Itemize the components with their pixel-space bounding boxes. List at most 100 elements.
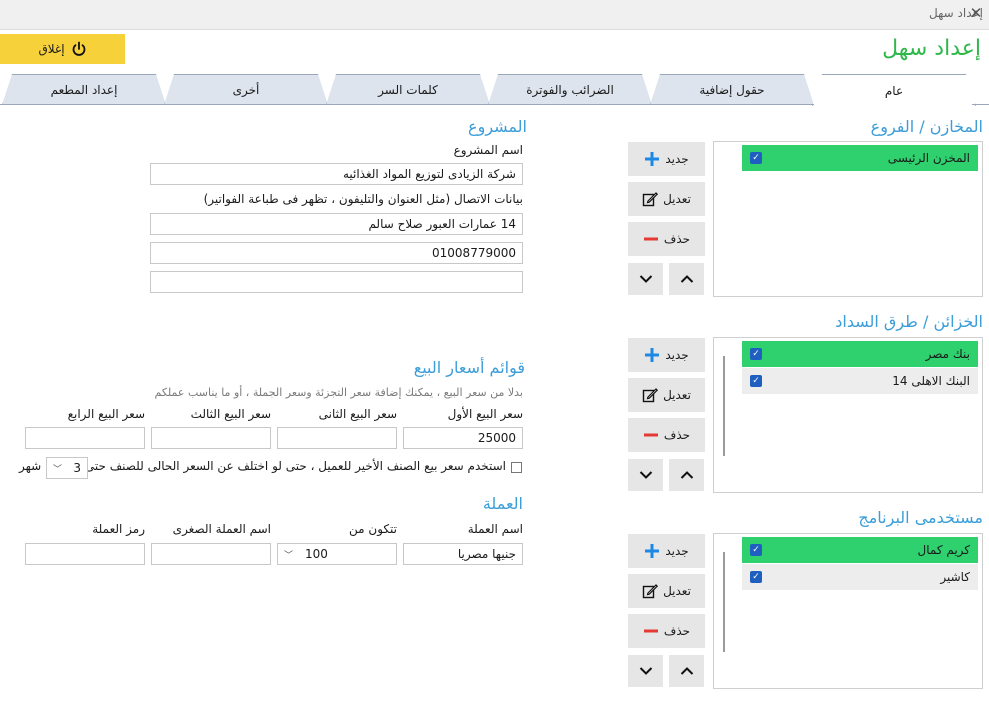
price4-field[interactable] — [25, 427, 145, 449]
plus-icon — [645, 152, 660, 166]
tab-divider — [0, 104, 814, 105]
tab-passwords[interactable]: كلمات السر — [326, 74, 490, 105]
chevron-up-icon — [680, 667, 693, 675]
stores-edit-button[interactable]: تعديل — [628, 182, 705, 216]
power-icon — [72, 41, 85, 56]
payment-move-down-button[interactable] — [628, 459, 663, 491]
currency-symbol-field[interactable] — [25, 543, 145, 565]
delete-label: حذف — [663, 624, 691, 638]
users-new-button[interactable]: جديد — [628, 534, 705, 568]
stores-delete-button[interactable]: حذف — [628, 222, 705, 256]
tab-label: عام — [884, 83, 904, 98]
new-label: جديد — [665, 152, 689, 166]
list-item[interactable]: بنك مصر ✓ — [742, 341, 978, 367]
prices-hint: بدلا من سعر البيع ، يمكنك إضافة سعر التج… — [154, 386, 524, 399]
price2-field[interactable] — [277, 427, 397, 449]
chevron-down-icon: ﹀ — [284, 550, 294, 561]
tab-taxes-billing[interactable]: الضرائب والفوترة — [488, 74, 652, 105]
payment-delete-button[interactable]: حذف — [628, 418, 705, 452]
checkbox-checked-icon[interactable]: ✓ — [750, 571, 762, 583]
tab-label: كلمات السر — [378, 83, 438, 97]
payment-move-up-button[interactable] — [669, 459, 704, 491]
chevron-down-icon — [639, 667, 652, 675]
users-list[interactable]: كريم كمال ✓ كاشير ✓ — [713, 533, 983, 689]
tab-general[interactable]: عام — [812, 74, 976, 106]
price4-label: سعر البيع الرابع — [67, 407, 145, 421]
currency-title: العملة — [482, 494, 523, 513]
price3-label: سعر البيع الثالث — [190, 407, 271, 421]
months-unit-label: شهر — [19, 459, 42, 473]
edit-label: تعديل — [663, 584, 691, 598]
users-delete-button[interactable]: حذف — [628, 614, 705, 648]
list-item[interactable]: كريم كمال ✓ — [742, 537, 978, 563]
tab-extra-fields[interactable]: حقول إضافية — [650, 74, 814, 105]
stores-move-up-button[interactable] — [669, 263, 704, 295]
stores-move-down-button[interactable] — [628, 263, 663, 295]
payment-new-button[interactable]: جديد — [628, 338, 705, 372]
users-title: مستخدمى البرنامج — [858, 508, 983, 527]
contact-line3-field[interactable] — [150, 271, 523, 293]
chevron-down-icon — [639, 275, 652, 283]
contact-line1-field[interactable]: 14 عمارات العبور صلاح سالم — [150, 213, 523, 235]
last-price-label: استخدم سعر بيع الصنف الأخير للعميل ، حتى… — [84, 459, 506, 473]
checkbox-checked-icon[interactable]: ✓ — [750, 544, 762, 556]
chevron-down-icon — [639, 471, 652, 479]
currency-name-field[interactable]: جنيها مصريا — [403, 543, 523, 565]
list-item[interactable]: كاشير ✓ — [742, 564, 978, 590]
scrollbar[interactable] — [723, 356, 725, 456]
list-item-label: بنك مصر — [925, 347, 970, 361]
chevron-up-icon — [680, 275, 693, 283]
checkbox-checked-icon[interactable]: ✓ — [750, 375, 762, 387]
tab-restaurant-setup[interactable]: إعداد المطعم — [2, 74, 166, 105]
close-button[interactable]: إغلاق — [0, 34, 125, 64]
last-price-checkbox[interactable] — [511, 462, 522, 473]
chevron-down-icon: ﹀ — [53, 464, 63, 475]
tab-strip: إعداد المطعم أخرى كلمات السر الضرائب وال… — [0, 74, 989, 105]
price1-label: سعر البيع الأول — [447, 407, 523, 421]
list-item[interactable]: البنك الاهلى 14 ✓ — [742, 368, 978, 394]
tab-other[interactable]: أخرى — [164, 74, 328, 105]
currency-minor-field[interactable] — [151, 543, 271, 565]
tab-label: حقول إضافية — [699, 83, 765, 97]
price1-field[interactable]: 25000 — [403, 427, 523, 449]
list-item-label: كاشير — [940, 570, 970, 584]
edit-label: تعديل — [663, 388, 691, 402]
stores-new-button[interactable]: جديد — [628, 142, 705, 176]
months-select[interactable]: ﹀ 3 — [46, 457, 88, 479]
scrollbar[interactable] — [723, 552, 725, 652]
plus-icon — [645, 544, 660, 558]
project-title: المشروع — [468, 117, 527, 136]
page-title: إعداد سهل — [882, 36, 981, 61]
window-close-icon[interactable]: ✕ — [966, 3, 986, 23]
project-name-field[interactable]: شركة الزيادى لتوزيع المواد الغذائيه — [150, 163, 523, 185]
chevron-up-icon — [680, 471, 693, 479]
payment-list[interactable]: بنك مصر ✓ البنك الاهلى 14 ✓ — [713, 337, 983, 493]
delete-label: حذف — [663, 232, 691, 246]
tab-label: أخرى — [232, 83, 260, 97]
contact-line2-field[interactable]: 01008779000 — [150, 242, 523, 264]
tab-label: إعداد المطعم — [50, 83, 118, 97]
currency-consists-value: 100 — [305, 547, 328, 561]
delete-label: حذف — [663, 428, 691, 442]
close-button-label: إغلاق — [38, 42, 65, 56]
checkbox-checked-icon[interactable]: ✓ — [750, 348, 762, 360]
months-value: 3 — [73, 461, 81, 475]
currency-consists-select[interactable]: ﹀ 100 — [277, 543, 397, 565]
users-move-up-button[interactable] — [669, 655, 704, 687]
checkbox-checked-icon[interactable]: ✓ — [750, 152, 762, 164]
price3-field[interactable] — [151, 427, 271, 449]
new-label: جديد — [665, 544, 689, 558]
tab-label: الضرائب والفوترة — [526, 83, 614, 97]
edit-icon — [642, 584, 659, 599]
users-edit-button[interactable]: تعديل — [628, 574, 705, 608]
window-titlebar: إعداد سهل ✕ — [0, 0, 989, 30]
currency-minor-label: اسم العملة الصغرى — [172, 522, 271, 536]
list-item[interactable]: المخزن الرئيسى ✓ — [742, 145, 978, 171]
list-item-label: المخزن الرئيسى — [887, 151, 970, 165]
users-move-down-button[interactable] — [628, 655, 663, 687]
payment-edit-button[interactable]: تعديل — [628, 378, 705, 412]
minus-icon — [643, 433, 658, 437]
stores-list[interactable]: المخزن الرئيسى ✓ — [713, 141, 983, 297]
new-label: جديد — [665, 348, 689, 362]
stores-title: المخازن / الفروع — [870, 117, 983, 136]
